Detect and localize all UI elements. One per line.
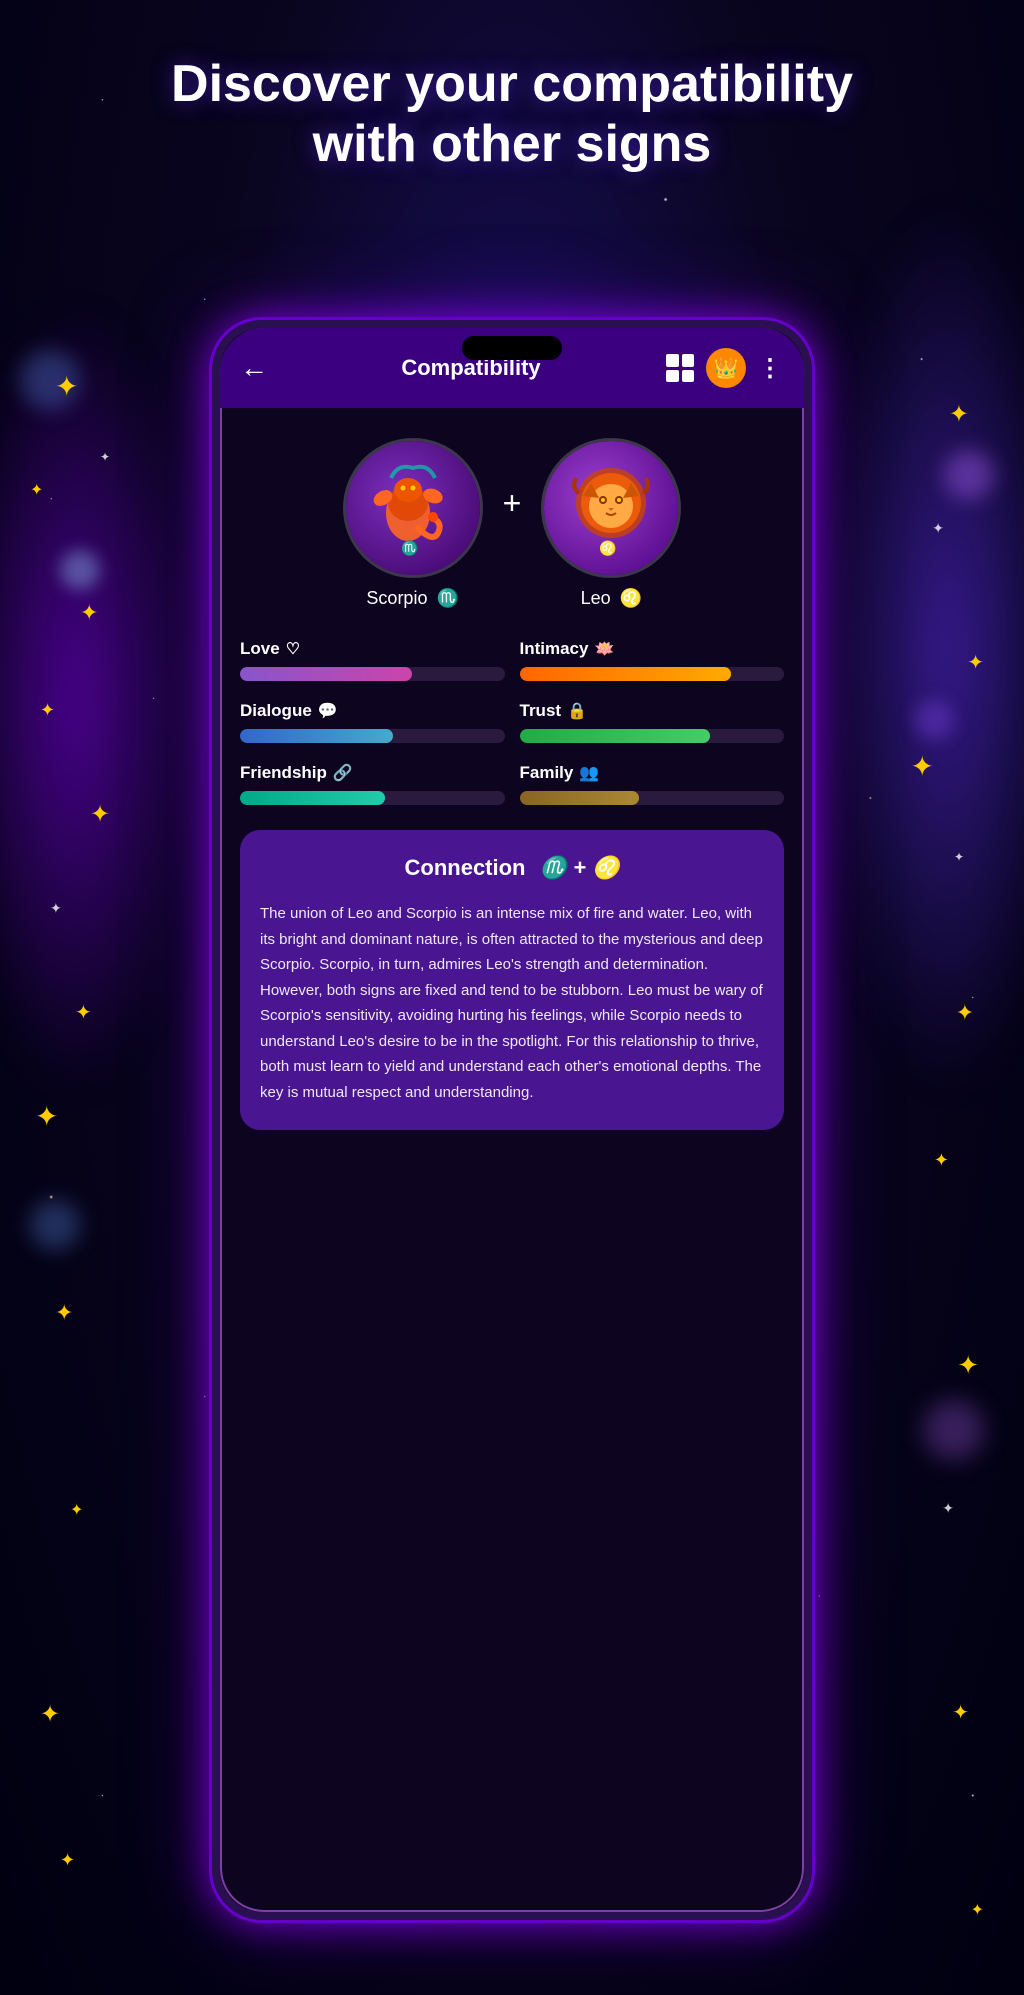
trust-bar-bg xyxy=(520,729,785,743)
grid-cell-3 xyxy=(666,370,679,383)
grid-view-button[interactable] xyxy=(666,354,694,382)
purple-orb-2 xyxy=(914,700,954,740)
sparkle-7: ✦ xyxy=(50,900,62,917)
scorpio-circle: ♏ xyxy=(343,438,483,578)
heading-line1: Discover your compatibility xyxy=(171,55,853,113)
blue-orb-3 xyxy=(30,1200,80,1250)
grid-cell-1 xyxy=(666,354,679,367)
metric-friendship-label: Friendship 🔗 xyxy=(240,763,505,783)
friendship-bar-fill xyxy=(240,791,385,805)
metric-love: Love ♡ xyxy=(240,639,505,681)
leo-circle: ♌ xyxy=(541,438,681,578)
metric-intimacy-label: Intimacy 🪷 xyxy=(520,639,785,659)
scorpio-sign: ♏ Scorpio ♏ xyxy=(343,438,483,609)
metric-family: Family 👥 xyxy=(520,763,785,805)
sparkle-2: ✦ xyxy=(30,480,43,500)
metric-love-label: Love ♡ xyxy=(240,639,505,659)
crown-icon: 👑 xyxy=(714,356,739,381)
scorpio-name: Scorpio ♏ xyxy=(366,588,458,609)
crown-badge[interactable]: 👑 xyxy=(706,348,746,388)
intimacy-bar-bg xyxy=(520,667,785,681)
friendship-bar-bg xyxy=(240,791,505,805)
intimacy-icon: 🪷 xyxy=(594,639,614,659)
sparkle-r11: ✦ xyxy=(971,1900,984,1920)
heading-line2: with other signs xyxy=(313,115,712,173)
scorpio-svg: ♏ xyxy=(353,448,473,568)
header-icons: 👑 ⋮ xyxy=(666,348,784,388)
sparkle-r9: ✦ xyxy=(942,1500,954,1517)
svg-text:♏: ♏ xyxy=(401,540,418,557)
friendship-icon: 🔗 xyxy=(333,763,353,783)
blue-orb-2 xyxy=(60,550,100,590)
purple-orb-1 xyxy=(944,450,994,500)
signs-row: ♏ Scorpio ♏ + xyxy=(240,438,784,609)
sparkle-8: ✦ xyxy=(75,1000,92,1025)
sparkle-4: ✦ xyxy=(100,450,110,464)
dialogue-icon: 💬 xyxy=(318,701,338,721)
grid-cell-4 xyxy=(682,370,695,383)
metric-dialogue: Dialogue 💬 xyxy=(240,701,505,743)
sparkle-r5: ✦ xyxy=(954,850,964,864)
phone-notch xyxy=(462,336,562,360)
scorpio-bg: ♏ xyxy=(346,441,480,575)
leo-sign: ♌ Leo ♌ xyxy=(541,438,681,609)
metrics-grid: Love ♡ Intimacy 🪷 xyxy=(240,639,784,805)
scorpio-symbol: ♏ xyxy=(436,588,458,608)
sparkle-9: ✦ xyxy=(35,1100,58,1133)
metric-dialogue-label: Dialogue 💬 xyxy=(240,701,505,721)
family-icon: 👥 xyxy=(579,763,599,783)
sparkle-r2: ✦ xyxy=(932,520,944,537)
more-options-button[interactable]: ⋮ xyxy=(758,354,784,383)
back-button[interactable]: ← xyxy=(240,352,276,384)
sparkle-5: ✦ xyxy=(40,700,55,721)
trust-bar-fill xyxy=(520,729,710,743)
love-icon: ♡ xyxy=(286,639,300,659)
phone-screen: ← Compatibility 👑 ⋮ xyxy=(220,328,804,1912)
purple-orb-3 xyxy=(924,1400,984,1460)
sparkle-10: ✦ xyxy=(55,1300,73,1326)
sparkle-r10: ✦ xyxy=(952,1700,969,1725)
intimacy-bar-fill xyxy=(520,667,732,681)
family-bar-bg xyxy=(520,791,785,805)
sparkle-12: ✦ xyxy=(40,1700,60,1729)
sparkle-6: ✦ xyxy=(90,800,110,829)
dialogue-bar-bg xyxy=(240,729,505,743)
metric-friendship: Friendship 🔗 xyxy=(240,763,505,805)
main-heading: Discover your compatibility with other s… xyxy=(0,55,1024,175)
phone-frame: ← Compatibility 👑 ⋮ xyxy=(212,320,812,1920)
love-bar-fill xyxy=(240,667,412,681)
leo-svg: ♌ xyxy=(551,448,671,568)
love-bar-bg xyxy=(240,667,505,681)
connection-title: Connection ♏ + ♌ xyxy=(260,855,764,881)
metric-intimacy: Intimacy 🪷 xyxy=(520,639,785,681)
sparkle-r3: ✦ xyxy=(967,650,984,675)
sparkle-r1: ✦ xyxy=(949,400,969,429)
dialogue-bar-fill xyxy=(240,729,393,743)
leo-symbol: ♌ xyxy=(620,588,642,608)
trust-icon: 🔒 xyxy=(567,701,587,721)
family-bar-fill xyxy=(520,791,639,805)
svg-text:♌: ♌ xyxy=(599,540,616,557)
sparkle-13: ✦ xyxy=(60,1850,75,1871)
sparkle-1: ✦ xyxy=(55,370,78,403)
sparkle-r4: ✦ xyxy=(911,750,934,783)
connection-text: The union of Leo and Scorpio is an inten… xyxy=(260,901,764,1105)
metric-trust-label: Trust 🔒 xyxy=(520,701,785,721)
leo-name: Leo ♌ xyxy=(581,588,642,609)
sparkle-3: ✦ xyxy=(80,600,98,626)
sparkle-11: ✦ xyxy=(70,1500,83,1520)
metric-trust: Trust 🔒 xyxy=(520,701,785,743)
connection-box: Connection ♏ + ♌ The union of Leo and Sc… xyxy=(240,830,784,1130)
metric-family-label: Family 👥 xyxy=(520,763,785,783)
plus-separator: + xyxy=(503,485,522,522)
glow-right xyxy=(824,200,1024,1100)
glow-left xyxy=(0,300,200,1100)
grid-cell-2 xyxy=(682,354,695,367)
sparkle-r7: ✦ xyxy=(934,1150,949,1171)
connection-symbols: ♏ + ♌ xyxy=(540,855,620,880)
app-content: ♏ Scorpio ♏ + xyxy=(220,408,804,1912)
sparkle-r8: ✦ xyxy=(957,1350,979,1381)
sparkle-r6: ✦ xyxy=(956,1000,974,1026)
leo-bg: ♌ xyxy=(544,441,678,575)
